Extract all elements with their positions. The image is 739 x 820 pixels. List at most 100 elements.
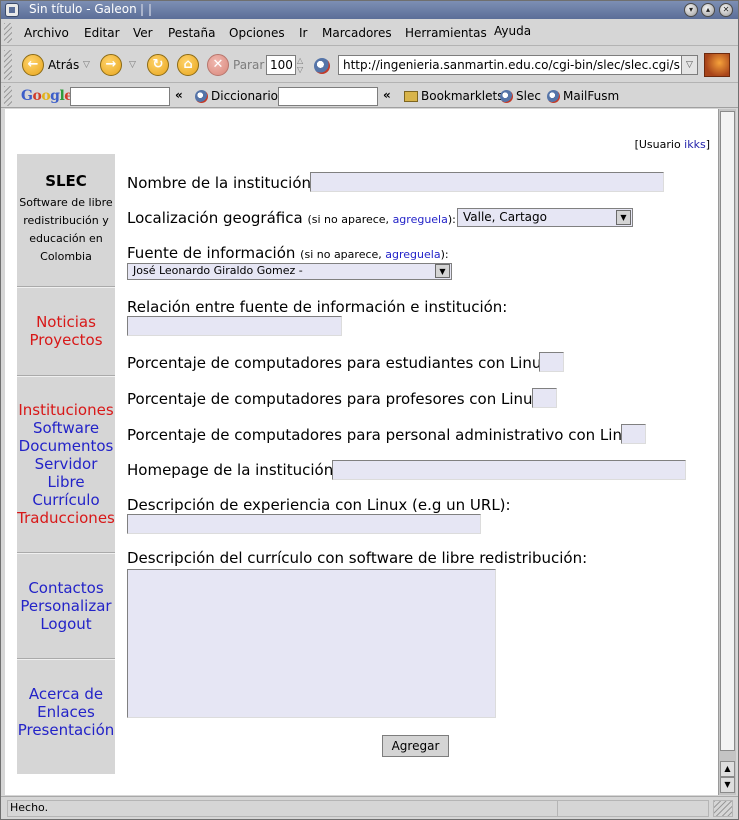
slec-bookmark[interactable]: Slec: [516, 89, 541, 103]
back-button-label[interactable]: Atrás: [48, 58, 79, 72]
chevron-down-icon[interactable]: ▼: [435, 264, 450, 278]
window-title: Sin título - Galeon: [29, 2, 137, 16]
zoom-field[interactable]: 100: [266, 55, 296, 75]
sidebar-group-user: Contactos Personalizar Logout: [17, 579, 115, 633]
user-link[interactable]: ikks: [684, 138, 706, 151]
sidebar-header: SLEC Software de libre redistribución y …: [17, 154, 115, 266]
nav-traducciones[interactable]: Traducciones: [17, 509, 115, 527]
agregar-button[interactable]: Agregar: [382, 735, 449, 757]
menu-herramientas[interactable]: Herramientas: [405, 26, 487, 40]
google-logo[interactable]: Google: [21, 88, 73, 104]
nav-curriculo[interactable]: Currículo: [17, 491, 115, 509]
minimize-button[interactable]: ▾: [684, 3, 698, 17]
diccionario-search-field[interactable]: [278, 87, 378, 106]
url-history-dropdown-icon[interactable]: ▽: [681, 55, 698, 75]
scroll-up-icon[interactable]: ▲: [720, 761, 735, 777]
chevron-down-icon[interactable]: ▼: [616, 210, 631, 225]
nav-software[interactable]: Software: [17, 419, 115, 437]
mailfusm-bookmark-icon: [547, 90, 560, 103]
galeon-throbber-icon[interactable]: [704, 53, 730, 77]
nav-logout[interactable]: Logout: [17, 615, 115, 633]
curriculo-label: Descripción del currículo con software d…: [127, 549, 588, 567]
nav-contactos[interactable]: Contactos: [17, 579, 115, 597]
nav-proyectos[interactable]: Proyectos: [17, 331, 115, 349]
localizacion-label: Localización geográfica (si no aparece, …: [127, 209, 456, 227]
menu-editar[interactable]: Editar: [84, 26, 120, 40]
nav-personalizar[interactable]: Personalizar: [17, 597, 115, 615]
reload-icon[interactable]: ↻: [147, 54, 169, 76]
menu-opciones[interactable]: Opciones: [229, 26, 285, 40]
nav-acerca-de[interactable]: Acerca de: [17, 685, 115, 703]
menu-archivo[interactable]: Archivo: [24, 26, 69, 40]
fuente-agreguela-link[interactable]: agreguela: [385, 248, 440, 261]
zoom-spinner-icon[interactable]: △ ▽: [297, 56, 303, 74]
diccionario-search-go-icon[interactable]: «: [383, 88, 391, 102]
window-menu-icon[interactable]: [5, 3, 19, 17]
site-description: Software de libre redistribución y educa…: [17, 194, 115, 266]
sidebar-divider: [17, 286, 115, 288]
mailfusm-bookmark[interactable]: MailFusm: [563, 89, 619, 103]
maximize-button[interactable]: ▴: [701, 3, 715, 17]
stop-icon[interactable]: ✕: [207, 54, 229, 76]
relacion-input[interactable]: [127, 316, 342, 336]
relacion-label: Relación entre fuente de información e i…: [127, 298, 508, 316]
nav-libre[interactable]: Libre: [17, 473, 115, 491]
localizacion-select[interactable]: Valle, Cartago ▼: [457, 208, 633, 227]
nav-enlaces[interactable]: Enlaces: [17, 703, 115, 721]
menu-ayuda[interactable]: Ayuda: [494, 24, 531, 38]
home-icon[interactable]: ⌂: [177, 54, 199, 76]
experiencia-input[interactable]: [127, 514, 481, 534]
stop-button-label[interactable]: Parar: [233, 58, 264, 72]
nav-noticias[interactable]: Noticias: [17, 313, 115, 331]
bookmarks-toolbar: Google « Diccionario « Bookmarklets Slec…: [1, 84, 738, 108]
user-suffix: ]: [705, 138, 710, 151]
nav-presentacion[interactable]: Presentación: [17, 721, 115, 739]
bookbar-handle-icon[interactable]: [4, 86, 12, 106]
diccionario-bookmark[interactable]: Diccionario: [211, 89, 278, 103]
site-description-line: Colombia: [40, 250, 92, 263]
back-arrow-icon[interactable]: ←: [22, 54, 44, 76]
status-text: Hecho.: [7, 800, 557, 817]
nombre-input[interactable]: [310, 172, 664, 192]
pct-estudiantes-input[interactable]: [539, 352, 564, 372]
resize-grip-icon[interactable]: [713, 800, 733, 817]
nav-servidor[interactable]: Servidor: [17, 455, 115, 473]
forward-history-dropdown-icon[interactable]: ▽: [129, 60, 136, 70]
pct-admin-input[interactable]: [621, 424, 646, 444]
scroll-down-icon[interactable]: ▼: [720, 777, 735, 793]
menubar-handle-icon[interactable]: [4, 23, 12, 43]
vertical-scrollbar[interactable]: ▲ ▼: [718, 109, 736, 795]
back-history-dropdown-icon[interactable]: ▽: [83, 60, 90, 70]
menu-marcadores[interactable]: Marcadores: [322, 26, 392, 40]
localizacion-hint-prefix: (si no aparece,: [307, 213, 393, 226]
forward-arrow-icon[interactable]: →: [100, 54, 122, 76]
menu-ver[interactable]: Ver: [133, 26, 153, 40]
scrollbar-thumb[interactable]: [720, 111, 735, 751]
nav-documentos[interactable]: Documentos: [17, 437, 115, 455]
gnome-icon[interactable]: [314, 58, 330, 74]
curriculo-textarea[interactable]: [127, 569, 496, 718]
pct-profesores-input[interactable]: [532, 388, 557, 408]
sidebar-divider: [17, 375, 115, 377]
site-sidebar: SLEC Software de libre redistribución y …: [17, 154, 115, 774]
fuente-label-text: Fuente de información: [127, 244, 296, 262]
title-bar[interactable]: Sin título - Galeon ▾ ▴ ✕: [1, 1, 738, 19]
nav-instituciones[interactable]: Instituciones: [17, 401, 115, 419]
localizacion-selected: Valle, Cartago: [463, 210, 547, 224]
url-field[interactable]: http://ingenieria.sanmartin.edu.co/cgi-b…: [338, 55, 682, 75]
navigation-toolbar: ← Atrás ▽ → ▽ ↻ ⌂ ✕ Parar 100 △ ▽ http://…: [1, 47, 738, 83]
menu-pestana[interactable]: Pestaña: [168, 26, 215, 40]
user-box: [Usuario ikks]: [635, 138, 710, 151]
fuente-select[interactable]: José Leonardo Giraldo Gomez - ▼: [127, 263, 452, 280]
slec-bookmark-icon: [500, 90, 513, 103]
localizacion-hint-suffix: ):: [447, 213, 456, 226]
google-search-field[interactable]: [70, 87, 170, 106]
close-button[interactable]: ✕: [719, 3, 733, 17]
menu-ir[interactable]: Ir: [299, 26, 307, 40]
site-title: SLEC: [45, 172, 87, 190]
google-search-go-icon[interactable]: «: [175, 88, 183, 102]
localizacion-agreguela-link[interactable]: agreguela: [393, 213, 448, 226]
bookmarklets-folder[interactable]: Bookmarklets: [421, 89, 503, 103]
homepage-input[interactable]: [332, 460, 686, 480]
toolbar-handle-icon[interactable]: [4, 50, 12, 80]
